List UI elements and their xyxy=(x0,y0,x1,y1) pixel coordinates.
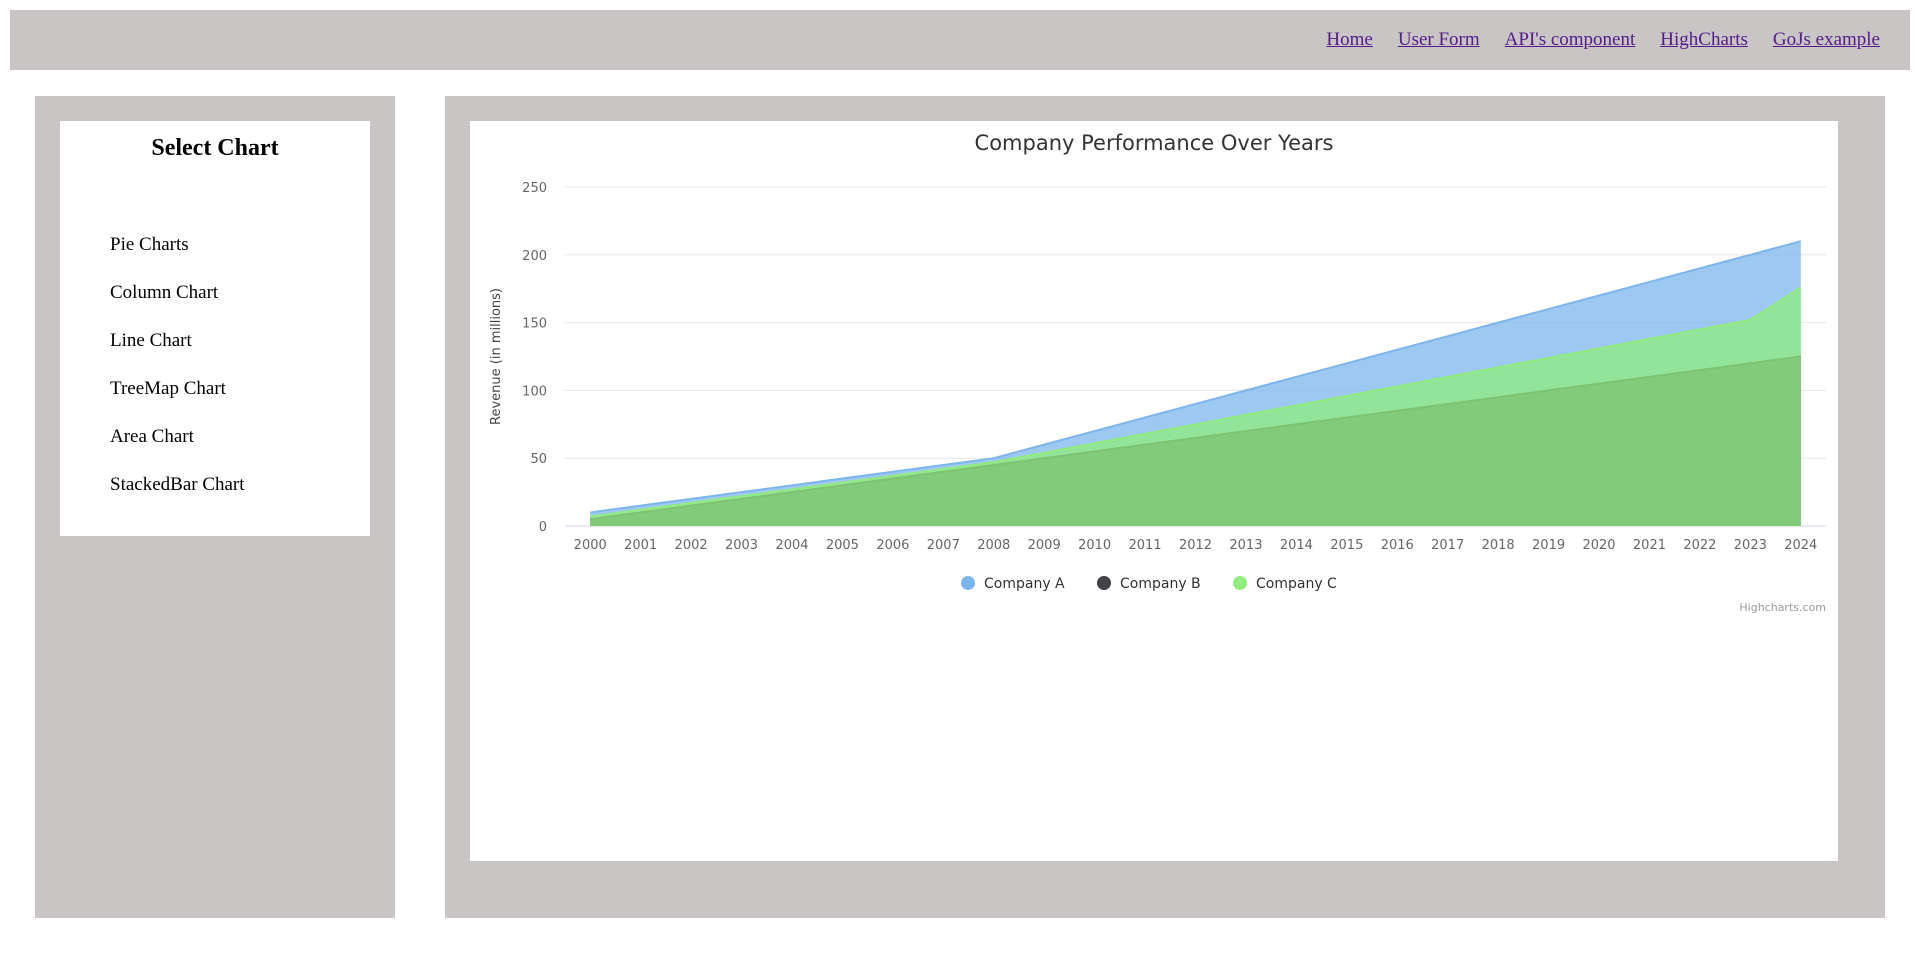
menu-item-stackedbar-chart[interactable]: StackedBar Chart xyxy=(110,461,245,509)
x-tick-label: 2016 xyxy=(1381,538,1414,553)
x-tick-label: 2005 xyxy=(826,538,859,553)
legend-marker xyxy=(961,576,975,590)
main-panel: Company Performance Over Years 0 50 100 150 2… xyxy=(445,96,1885,918)
area-chart: Company Performance Over Years 0 50 100 150 2… xyxy=(489,131,1826,614)
top-navigation-bar: Home User Form API's component HighChart… xyxy=(10,10,1910,70)
x-tick-label: 2002 xyxy=(675,538,708,553)
legend-marker xyxy=(1233,576,1247,590)
x-tick-label: 2011 xyxy=(1129,538,1162,553)
x-tick-label: 2015 xyxy=(1330,538,1363,553)
menu-item-line-chart[interactable]: Line Chart xyxy=(110,317,245,365)
x-tick-label: 2000 xyxy=(574,538,607,553)
credits-label: Highcharts.com xyxy=(1739,601,1826,614)
legend-label: Company A xyxy=(984,576,1065,592)
menu-item-area-chart[interactable]: Area Chart xyxy=(110,413,245,461)
y-tick-label: 50 xyxy=(530,452,547,467)
legend-label: Company C xyxy=(1256,576,1337,592)
menu-item-treemap-chart[interactable]: TreeMap Chart xyxy=(110,365,245,413)
x-tick-label: 2019 xyxy=(1532,538,1565,553)
x-tick-label: 2012 xyxy=(1179,538,1212,553)
y-axis-title: Revenue (in millions) xyxy=(489,288,504,425)
select-chart-box: Select Chart Pie Charts Column Chart Lin… xyxy=(60,121,370,536)
x-tick-label: 2013 xyxy=(1229,538,1262,553)
x-tick-label: 2021 xyxy=(1633,538,1666,553)
x-tick-label: 2014 xyxy=(1280,538,1313,553)
x-tick-label: 2018 xyxy=(1482,538,1515,553)
x-tick-label: 2001 xyxy=(624,538,657,553)
menu-item-column-chart[interactable]: Column Chart xyxy=(110,269,245,317)
y-tick-label: 0 xyxy=(539,520,547,535)
x-tick-label: 2008 xyxy=(977,538,1010,553)
nav-link-apis-component[interactable]: API's component xyxy=(1505,29,1636,51)
nav-link-user-form[interactable]: User Form xyxy=(1398,29,1480,51)
x-tick-label: 2022 xyxy=(1683,538,1716,553)
x-tick-label: 2004 xyxy=(775,538,808,553)
nav-link-gojs-example[interactable]: GoJs example xyxy=(1773,29,1880,51)
x-tick-label: 2024 xyxy=(1784,538,1817,553)
y-tick-label: 200 xyxy=(522,249,547,264)
sidebar-panel: Select Chart Pie Charts Column Chart Lin… xyxy=(35,96,395,918)
select-chart-heading: Select Chart xyxy=(151,135,279,161)
menu-item-pie-charts[interactable]: Pie Charts xyxy=(110,221,245,269)
x-tick-label: 2023 xyxy=(1734,538,1767,553)
y-tick-label: 250 xyxy=(522,181,547,196)
x-tick-label: 2009 xyxy=(1028,538,1061,553)
y-tick-label: 100 xyxy=(522,384,547,399)
x-tick-label: 2003 xyxy=(725,538,758,553)
x-tick-label: 2010 xyxy=(1078,538,1111,553)
x-tick-label: 2017 xyxy=(1431,538,1464,553)
nav-link-home[interactable]: Home xyxy=(1326,29,1372,51)
x-tick-label: 2006 xyxy=(876,538,909,553)
x-tick-label: 2007 xyxy=(927,538,960,553)
y-tick-label: 150 xyxy=(522,317,547,332)
chart-container: Company Performance Over Years 0 50 100 150 2… xyxy=(470,121,1838,861)
x-tick-label: 2020 xyxy=(1582,538,1615,553)
chart-title: Company Performance Over Years xyxy=(975,131,1334,155)
chart-menu: Pie Charts Column Chart Line Chart TreeM… xyxy=(110,221,245,509)
nav-link-highcharts[interactable]: HighCharts xyxy=(1660,29,1748,51)
legend-label: Company B xyxy=(1120,576,1201,592)
legend-marker xyxy=(1097,576,1111,590)
